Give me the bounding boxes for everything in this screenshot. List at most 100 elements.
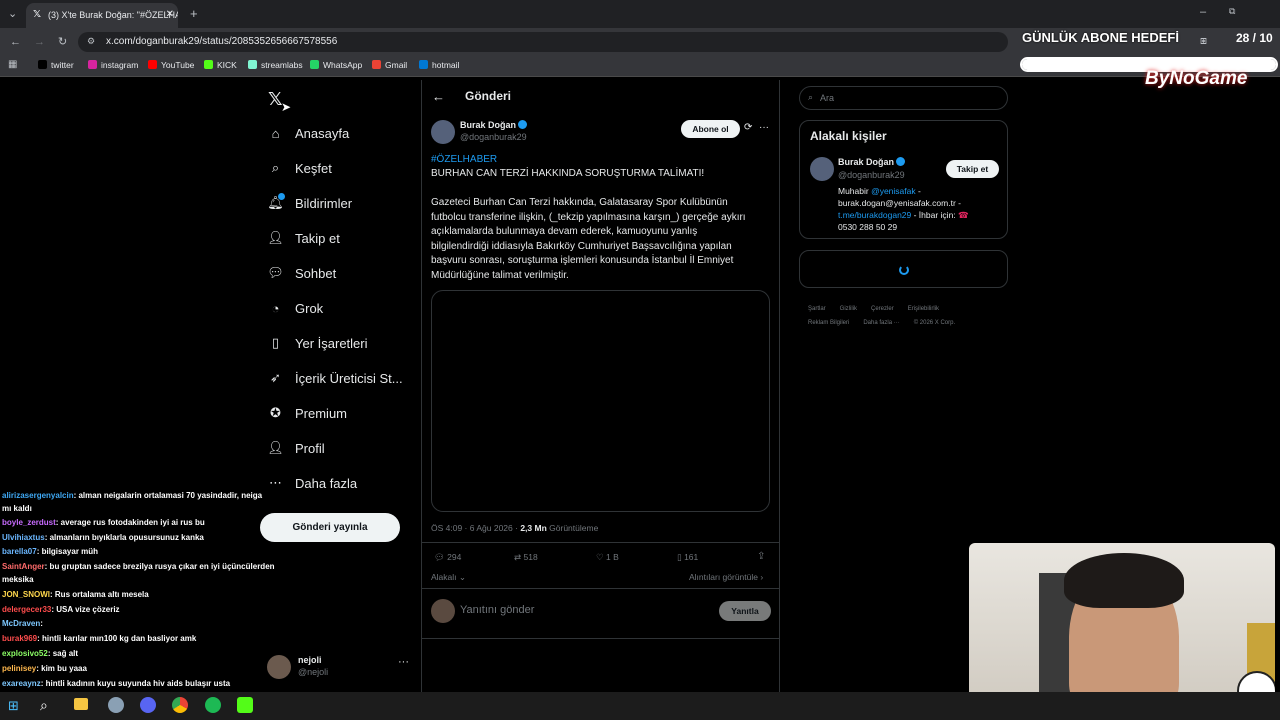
nav-item-6[interactable]: ▯ Yer İşaretleri — [267, 331, 368, 355]
bio-text: - İhbar için: — [911, 210, 956, 220]
sort-dropdown[interactable]: Alakalı ⌄ — [431, 572, 466, 583]
chat-username: barella07 — [2, 547, 37, 556]
search-icon[interactable]: ⌕ — [40, 697, 48, 714]
bookmark-youtube[interactable]: YouTube — [148, 60, 194, 70]
bio-mention-link[interactable]: @yenisafak — [871, 186, 916, 196]
more-icon: ⋯ — [269, 475, 282, 490]
windows-start-icon[interactable]: ⊞ — [8, 698, 19, 714]
post-media[interactable] — [431, 290, 770, 512]
reply-input[interactable]: Yanıtını gönder — [460, 604, 534, 616]
hashtag-link[interactable]: #ÖZELHABER — [431, 154, 497, 165]
reply-action[interactable]: 💬︎ 294 — [434, 552, 461, 563]
more-dots-icon[interactable]: ··· — [759, 122, 769, 133]
footer-link[interactable]: © 2026 X Corp. — [914, 320, 955, 326]
address-bar[interactable]: ⚙ x.com/doganburak29/status/208535265666… — [78, 32, 1008, 52]
tab-close-icon[interactable]: ✕ — [166, 9, 174, 20]
like-action[interactable]: ♡ 1 B — [596, 552, 619, 563]
new-tab-plus-icon[interactable]: + — [190, 6, 198, 21]
nav-item-5[interactable]: ◔ Grok — [267, 296, 324, 320]
author-avatar[interactable] — [431, 120, 455, 144]
bio-telegram-link[interactable]: t.me/burakdogan29 — [838, 210, 911, 220]
nav-label: İçerik Üreticisi St... — [295, 370, 403, 386]
post-body-line: açıklamalarda bulunmaya devam ederek, ka… — [431, 226, 698, 237]
bookmark-instagram[interactable]: instagram — [88, 60, 138, 70]
footer-link[interactable]: Şartlar — [808, 306, 826, 312]
file-explorer-icon[interactable] — [74, 698, 88, 710]
nav-item-3[interactable]: 👤︎ Takip et — [267, 226, 340, 250]
subscribe-button[interactable]: Abone ol — [681, 120, 740, 138]
nav-label: Premium — [295, 405, 348, 421]
bookmark-streamlabs[interactable]: streamlabs — [248, 60, 303, 70]
chrome-icon[interactable] — [172, 697, 188, 713]
nav-item-2[interactable]: 🔔︎ Bildirimler — [267, 191, 352, 215]
author-name-row[interactable]: Burak Doğan — [460, 120, 528, 130]
chat-text: : average rus fotodakinden iyi ai rus bu — [55, 518, 205, 527]
bookmark-label: hotmail — [432, 60, 460, 70]
footer-link[interactable]: Erişilebilirlik — [908, 306, 939, 312]
spotify-icon[interactable] — [205, 697, 221, 713]
chat-text: mı kaldı — [2, 504, 32, 513]
person-avatar[interactable] — [810, 157, 834, 181]
chat-message: pelinisey: kim bu yaaa — [2, 664, 87, 674]
bookmark-whatsapp[interactable]: WhatsApp — [310, 60, 362, 70]
extensions-icon[interactable]: ⧆ — [1200, 35, 1207, 48]
minimize-icon[interactable]: – — [1200, 6, 1206, 18]
repost-action[interactable]: ⇄ 518 — [514, 552, 538, 563]
chat-text: : hintli kadının kuyu suyunda hiv aids b… — [40, 679, 231, 688]
nav-item-8[interactable]: ✪ Premium — [267, 401, 347, 425]
browser-tab[interactable]: 𝕏 (3) X'te Burak Doğan: "#ÖZELHABER ✕ — [26, 3, 178, 28]
follow-button[interactable]: Takip et — [946, 160, 999, 178]
account-switcher[interactable]: nejoli @nejoli ··· — [267, 654, 417, 680]
tab-list-chevron-icon[interactable]: ⌄ — [8, 7, 17, 20]
bookmark-hotmail[interactable]: hotmail — [419, 60, 459, 70]
search-input[interactable]: ⌕ Ara — [799, 86, 1008, 110]
reload-icon[interactable]: ↻ — [58, 35, 67, 48]
chat-username: McDraven — [2, 619, 41, 628]
nav-item-10[interactable]: ⋯ Daha fazla — [267, 471, 357, 495]
person-name-row[interactable]: Burak Doğan — [838, 157, 906, 167]
more-dots-icon[interactable]: ··· — [398, 656, 409, 668]
back-arrow-icon[interactable]: ← — [432, 89, 445, 104]
reply-button[interactable]: Yanıtla — [719, 601, 771, 621]
post-button[interactable]: Gönderi yayınla — [260, 513, 400, 542]
nav-label: Bildirimler — [295, 195, 353, 211]
chat-text: : Rus ortalama altı mesela — [50, 590, 149, 599]
nav-item-0[interactable]: ⌂ Anasayfa — [267, 121, 350, 145]
footer-link[interactable]: Çerezler — [871, 306, 894, 312]
restore-window-icon[interactable]: ⧉ — [1229, 6, 1235, 17]
footer-link[interactable]: Daha fazla ··· — [863, 320, 899, 326]
discord-icon[interactable] — [140, 697, 156, 713]
footer-link[interactable]: Reklam Bilgileri — [808, 320, 849, 326]
bookmark-twitter[interactable]: twitter — [38, 60, 74, 70]
notification-badge — [278, 193, 285, 200]
chat-message: delergecer33: USA vize çözeriz — [2, 605, 120, 615]
bookmark-gmail[interactable]: Gmail — [372, 60, 407, 70]
nav-item-7[interactable]: ➶ İçerik Üreticisi St... — [267, 366, 403, 390]
nav-item-9[interactable]: 👤︎ Profil — [267, 436, 325, 460]
bookmark-action[interactable]: ▯ 161 — [677, 552, 698, 563]
search-icon: ⌕ — [808, 92, 814, 102]
forward-arrow-icon[interactable]: → — [34, 36, 45, 48]
bookmark-label: instagram — [101, 60, 139, 70]
post-body-line: Gazeteci Burhan Can Terzi hakkında, Gala… — [431, 197, 728, 208]
nav-label: Profil — [295, 440, 325, 456]
site-info-icon[interactable]: ⚙ — [87, 36, 95, 47]
bookmark-icon: ▯ — [677, 552, 682, 562]
bookmark-kick[interactable]: KICK — [204, 60, 237, 70]
back-arrow-icon[interactable]: ← — [10, 36, 21, 48]
grok-explain-icon[interactable]: ⟳ — [744, 122, 752, 133]
nav-label: Daha fazla — [295, 475, 358, 491]
post-body-line: Müdürlüğüne talimat verilmiştir. — [431, 269, 569, 281]
share-icon[interactable]: ⇪ — [757, 551, 765, 562]
view-quotes-link[interactable]: Alıntıları görüntüle › — [689, 572, 763, 582]
app-icon[interactable] — [237, 697, 253, 713]
apps-grid-icon[interactable]: ▦ — [8, 59, 17, 70]
bookmark-favicon-icon — [310, 60, 319, 69]
nav-item-4[interactable]: 💬︎ Sohbet — [267, 261, 336, 285]
footer-link[interactable]: Gizlilik — [840, 306, 857, 312]
goal-count: 28 / 10 — [1236, 31, 1273, 45]
app-icon[interactable] — [108, 697, 124, 713]
chat-username: boyle_zerdust — [2, 518, 56, 527]
chat-username: exareaynz — [2, 679, 41, 688]
nav-item-1[interactable]: ⌕ Keşfet — [267, 156, 332, 180]
